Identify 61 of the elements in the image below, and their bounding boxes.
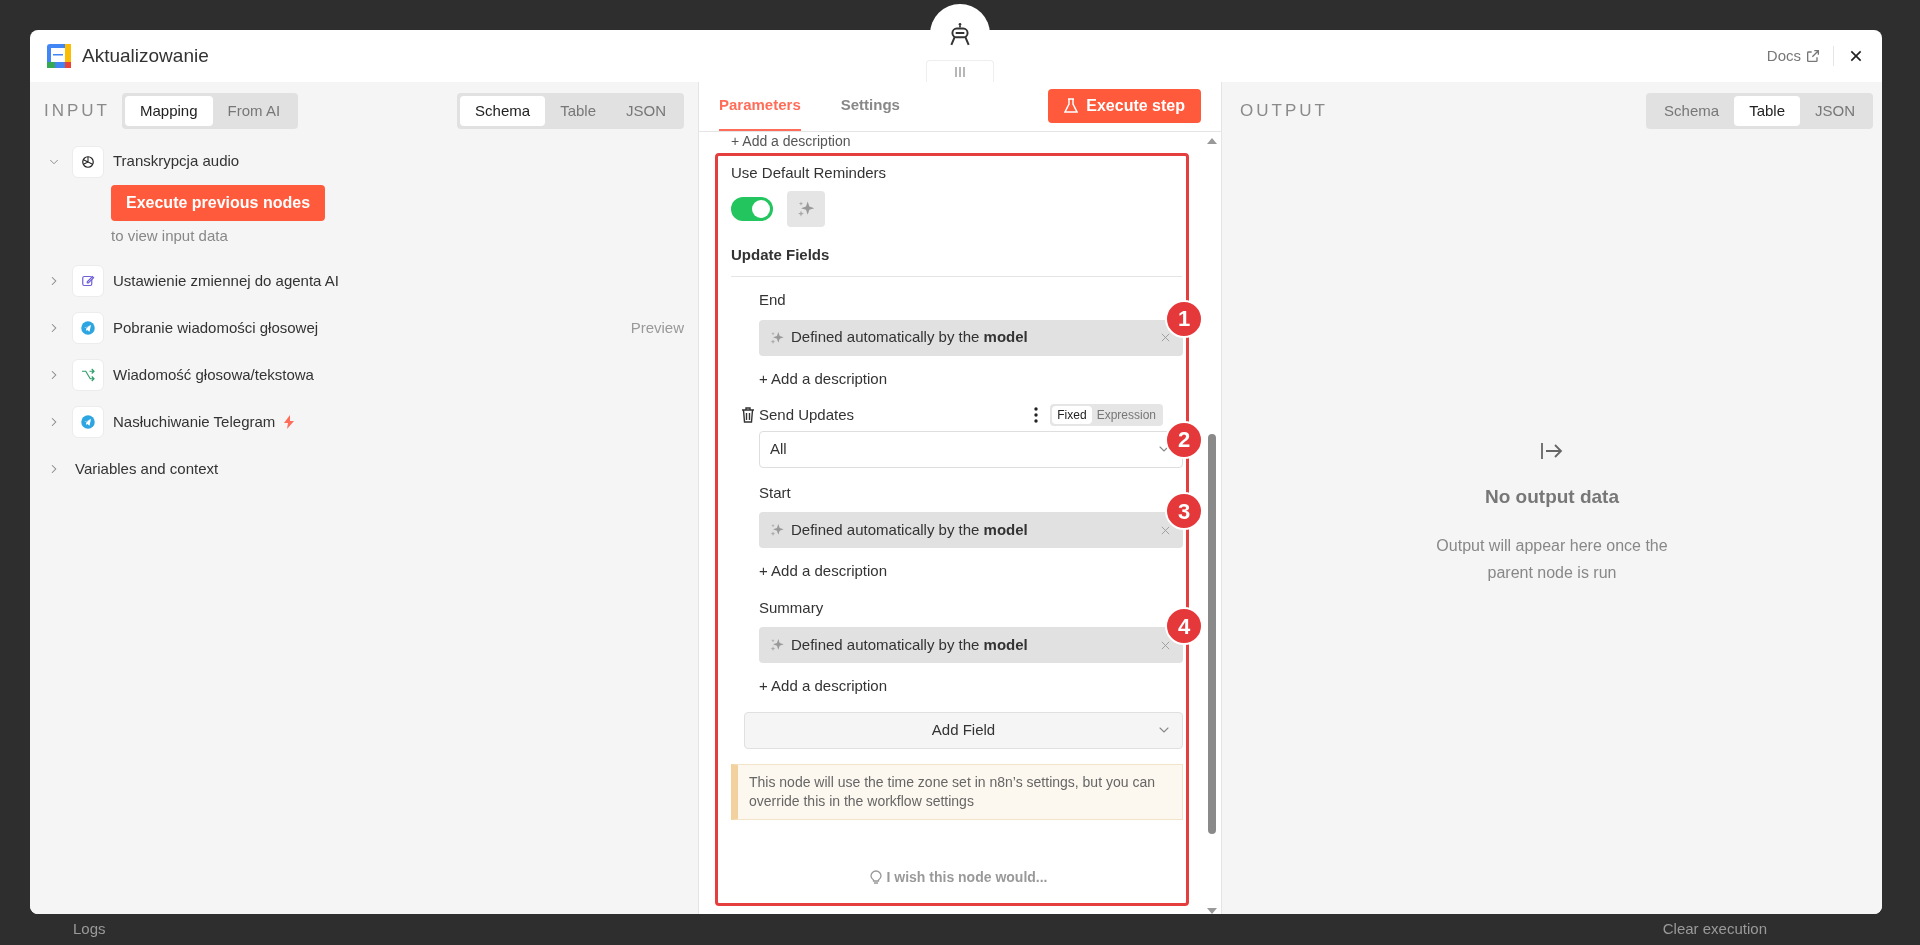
- more-icon: [1034, 407, 1039, 424]
- calendar-icon: [46, 43, 72, 69]
- external-link-icon: [1805, 48, 1821, 64]
- step-marker: 3: [1165, 492, 1203, 530]
- node-name[interactable]: Ustawienie zmiennej do agenta AI: [113, 269, 339, 293]
- sparkle-icon: [769, 637, 785, 653]
- flask-icon: [1064, 98, 1079, 114]
- branch-icon: [79, 366, 97, 384]
- view-tab[interactable]: Mapping: [125, 96, 213, 126]
- lightbulb-icon: [869, 870, 882, 885]
- add-description-link[interactable]: + Add a description: [759, 560, 887, 583]
- hint-text: to view input data: [111, 226, 228, 246]
- field-label: Use Default Reminders: [731, 163, 887, 183]
- step-marker: 2: [1165, 420, 1203, 459]
- grip-icon: [954, 66, 966, 77]
- drag-handle[interactable]: [926, 60, 994, 82]
- panel-label: OUTPUT: [1240, 100, 1328, 123]
- parameters-tab[interactable]: Settings: [840, 82, 900, 131]
- field-label: Start: [759, 482, 791, 503]
- view-tab[interactable]: Schema: [1649, 96, 1735, 126]
- clear-icon: [1160, 639, 1171, 651]
- logs-label[interactable]: Logs: [73, 918, 106, 941]
- field-label: Send Updates: [759, 405, 855, 425]
- panel-label: INPUT: [44, 100, 110, 123]
- field-label: End: [759, 290, 786, 310]
- trash-icon: [741, 407, 755, 424]
- mode-tab[interactable]: Expression: [1091, 406, 1161, 425]
- field-label: Summary: [759, 597, 824, 618]
- step-marker: 4: [1165, 607, 1203, 645]
- add-description-link[interactable]: + Add a description: [759, 675, 887, 698]
- view-tab[interactable]: JSON: [611, 96, 681, 126]
- section-title: Update Fields: [731, 244, 830, 265]
- docs-link[interactable]: Docs: [1766, 44, 1821, 68]
- empty-title: No output data: [1485, 485, 1619, 509]
- clear-icon: [1160, 332, 1171, 343]
- add-description-link[interactable]: + Add a description: [759, 367, 887, 390]
- ai-button[interactable]: [787, 190, 825, 227]
- send-icon: [79, 413, 97, 431]
- view-tab[interactable]: Schema: [460, 96, 546, 126]
- node-name[interactable]: Wiadomość głosowa/tekstowa: [113, 363, 314, 387]
- view-tab[interactable]: JSON: [1800, 96, 1870, 126]
- step-marker: 1: [1165, 299, 1203, 338]
- node-name[interactable]: Nasłuchiwanie Telegram: [113, 410, 276, 434]
- clear-execution-button[interactable]: Clear execution: [1662, 918, 1767, 941]
- sparkle-icon: [769, 522, 785, 538]
- view-tab[interactable]: Table: [1734, 96, 1800, 126]
- mode-tab[interactable]: Fixed: [1052, 406, 1092, 425]
- window-title: Aktualizowanie: [82, 43, 209, 68]
- add-description-link[interactable]: + Add a description: [731, 133, 851, 149]
- arrow-right-to-icon: [1540, 441, 1564, 461]
- node-name[interactable]: Transkrypcja audio: [113, 150, 240, 173]
- add-field-button[interactable]: Add Field: [744, 711, 1183, 749]
- section-toggle[interactable]: Variables and context: [75, 457, 219, 481]
- view-tab[interactable]: Table: [545, 96, 611, 126]
- toggle-switch[interactable]: [731, 196, 773, 221]
- node-name[interactable]: Pobranie wiadomości głosowej: [113, 316, 319, 340]
- close-icon: [1848, 48, 1864, 64]
- clear-icon: [1160, 524, 1171, 536]
- send-icon: [79, 319, 97, 337]
- empty-text: Output will appear here once the parent node is run: [1435, 535, 1669, 583]
- notice-text: This node will use the time zone set in n8n’s settings, but you can override this in the workflow settings: [731, 763, 1183, 820]
